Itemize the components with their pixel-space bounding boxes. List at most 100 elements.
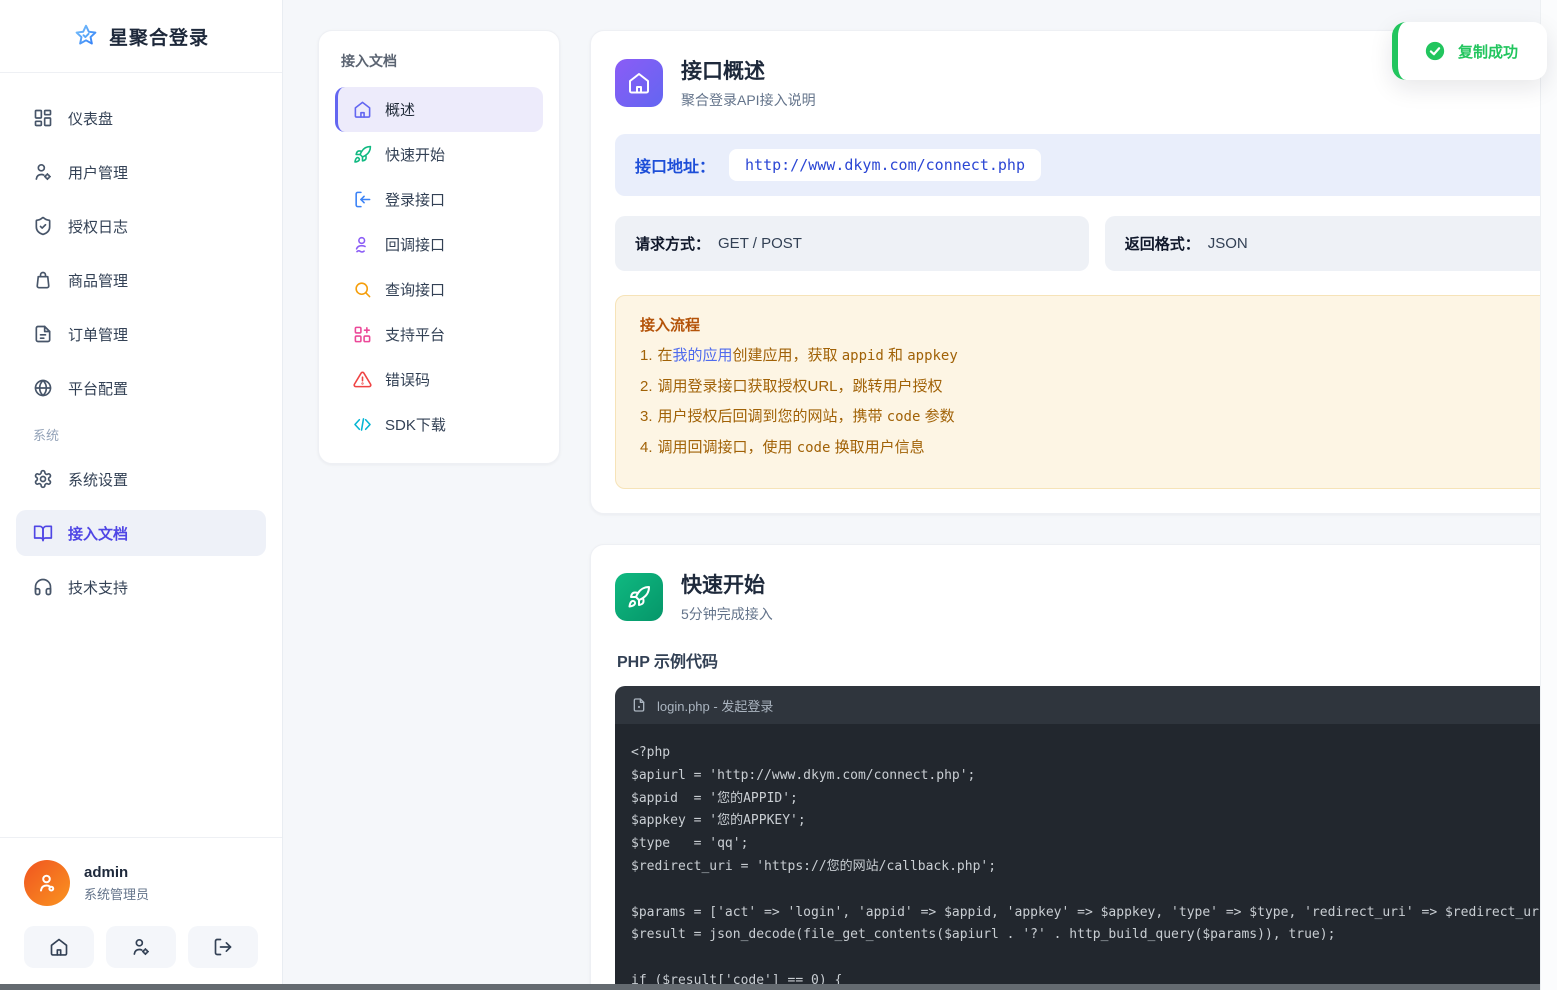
doc-nav-item-platforms[interactable]: 支持平台: [335, 312, 543, 357]
sidebar-item-label: 技术支持: [68, 577, 128, 598]
home-icon: [49, 937, 69, 957]
step-text: 调用回调接口，使用: [658, 439, 797, 456]
code-icon: [353, 415, 372, 434]
doc-nav-label: 快速开始: [385, 144, 445, 165]
sidebar-section-label: 系统: [33, 425, 266, 444]
home-icon: [353, 100, 372, 119]
shield-check-icon: [33, 216, 53, 236]
request-method-label: 请求方式：: [635, 233, 710, 254]
inline-code: appid: [842, 348, 884, 364]
response-format-label: 返回格式：: [1125, 233, 1200, 254]
step-text: 创建应用，获取: [733, 347, 842, 364]
app-title: 星聚合登录: [109, 23, 209, 50]
gear-icon: [33, 469, 53, 489]
step-text: 参数: [920, 408, 954, 425]
doc-nav-label: 回调接口: [385, 234, 445, 255]
user-settings-icon: [131, 937, 151, 957]
step-text: 换取用户信息: [830, 439, 924, 456]
inline-code: code: [797, 440, 831, 456]
sidebar-item-label: 订单管理: [68, 324, 128, 345]
home-button[interactable]: [24, 926, 94, 968]
doc-nav-label: 错误码: [385, 369, 430, 390]
section-subtitle: 5分钟完成接入: [681, 604, 773, 624]
horizontal-scrollbar[interactable]: [0, 984, 1540, 990]
step-number: 1.: [640, 347, 653, 364]
sidebar-menu: 仪表盘 用户管理 授权日志 商品管理 订单管理: [0, 73, 282, 610]
code-block: login.php - 发起登录 <?php $apiurl = 'http:/…: [615, 686, 1557, 990]
doc-nav-item-login-api[interactable]: 登录接口: [335, 177, 543, 222]
doc-nav-title: 接入文档: [341, 51, 543, 71]
request-method-box: 请求方式： GET / POST: [615, 216, 1089, 271]
document-icon: [33, 324, 53, 344]
user-settings-icon: [33, 162, 53, 182]
flow-step-3: 3.用户授权后回调到您的网站，携带 code 参数: [640, 406, 1553, 428]
step-text: 和: [884, 347, 907, 364]
sidebar-item-system-settings[interactable]: 系统设置: [16, 456, 266, 502]
avatar: [24, 860, 70, 906]
sidebar-item-platform-config[interactable]: 平台配置: [16, 365, 266, 411]
doc-nav-item-sdk-download[interactable]: SDK下载: [335, 402, 543, 447]
code-heading: PHP 示例代码: [617, 648, 1557, 672]
doc-nav-item-callback-api[interactable]: 回调接口: [335, 222, 543, 267]
section-title: 快速开始: [681, 569, 773, 599]
flow-step-2: 2.调用登录接口获取授权URL，跳转用户授权: [640, 376, 1553, 397]
profile-button[interactable]: [106, 926, 176, 968]
book-icon: [33, 523, 53, 543]
user-profile[interactable]: admin 系统管理员: [24, 860, 258, 906]
sidebar-item-label: 商品管理: [68, 270, 128, 291]
dashboard-icon: [33, 108, 53, 128]
main-content: 接入文档 概述 快速开始 登录接口 回调接口: [283, 0, 1540, 990]
login-icon: [353, 190, 372, 209]
response-format-value: JSON: [1208, 235, 1248, 252]
search-icon: [353, 280, 372, 299]
sidebar: 星聚合登录 仪表盘 用户管理 授权日志 商品管理: [0, 0, 283, 990]
doc-nav-item-quickstart[interactable]: 快速开始: [335, 132, 543, 177]
step-number: 3.: [640, 408, 653, 425]
warning-icon: [353, 370, 372, 389]
user-name: admin: [84, 864, 149, 881]
shopping-bag-icon: [33, 270, 53, 290]
sidebar-item-label: 系统设置: [68, 469, 128, 490]
quickstart-card: 快速开始 5分钟完成接入 PHP 示例代码 login.php - 发起登录 <…: [590, 544, 1557, 990]
logout-button[interactable]: [188, 926, 258, 968]
sidebar-item-users[interactable]: 用户管理: [16, 149, 266, 195]
flow-step-1: 1.在我的应用创建应用，获取 appid 和 appkey: [640, 345, 1553, 367]
quickstart-card-titles: 快速开始 5分钟完成接入: [681, 569, 773, 624]
overview-card-titles: 接口概述 聚合登录API接入说明: [681, 55, 816, 110]
toast-copy-success[interactable]: 复制成功: [1392, 22, 1547, 80]
rocket-icon: [353, 145, 372, 164]
sidebar-item-products[interactable]: 商品管理: [16, 257, 266, 303]
response-format-box: 返回格式： JSON: [1105, 216, 1557, 271]
step-text: 调用登录接口获取授权URL，跳转用户授权: [658, 378, 943, 395]
doc-nav-label: 概述: [385, 99, 415, 120]
grid-plus-icon: [353, 325, 372, 344]
doc-nav-item-overview[interactable]: 概述: [335, 87, 543, 132]
doc-nav: 接入文档 概述 快速开始 登录接口 回调接口: [318, 30, 560, 464]
flow-step-4: 4.调用回调接口，使用 code 换取用户信息: [640, 437, 1553, 459]
sidebar-item-label: 仪表盘: [68, 108, 113, 129]
sidebar-item-support[interactable]: 技术支持: [16, 564, 266, 610]
sidebar-item-docs[interactable]: 接入文档: [16, 510, 266, 556]
doc-nav-item-query-api[interactable]: 查询接口: [335, 267, 543, 312]
inline-code: appkey: [907, 348, 958, 364]
code-content[interactable]: <?php $apiurl = 'http://www.dkym.com/con…: [615, 724, 1557, 990]
user-info: admin 系统管理员: [84, 864, 149, 903]
doc-nav-label: SDK下载: [385, 414, 446, 435]
doc-nav-label: 登录接口: [385, 189, 445, 210]
step-text: 用户授权后回调到您的网站，携带: [658, 408, 887, 425]
sidebar-item-label: 用户管理: [68, 162, 128, 183]
sidebar-item-dashboard[interactable]: 仪表盘: [16, 95, 266, 141]
api-address-value[interactable]: http://www.dkym.com/connect.php: [729, 149, 1041, 181]
request-method-value: GET / POST: [718, 235, 802, 252]
toast-message: 复制成功: [1458, 41, 1518, 62]
my-apps-link[interactable]: 我的应用: [673, 347, 733, 364]
vertical-scrollbar[interactable]: [1540, 0, 1557, 990]
doc-nav-item-error-codes[interactable]: 错误码: [335, 357, 543, 402]
code-block-header: login.php - 发起登录: [615, 686, 1557, 724]
doc-nav-label: 支持平台: [385, 324, 445, 345]
sidebar-item-auth-logs[interactable]: 授权日志: [16, 203, 266, 249]
flow-title: 接入流程: [640, 314, 1553, 335]
api-address-box: 接口地址： http://www.dkym.com/connect.php: [615, 134, 1557, 196]
globe-icon: [33, 378, 53, 398]
sidebar-item-orders[interactable]: 订单管理: [16, 311, 266, 357]
